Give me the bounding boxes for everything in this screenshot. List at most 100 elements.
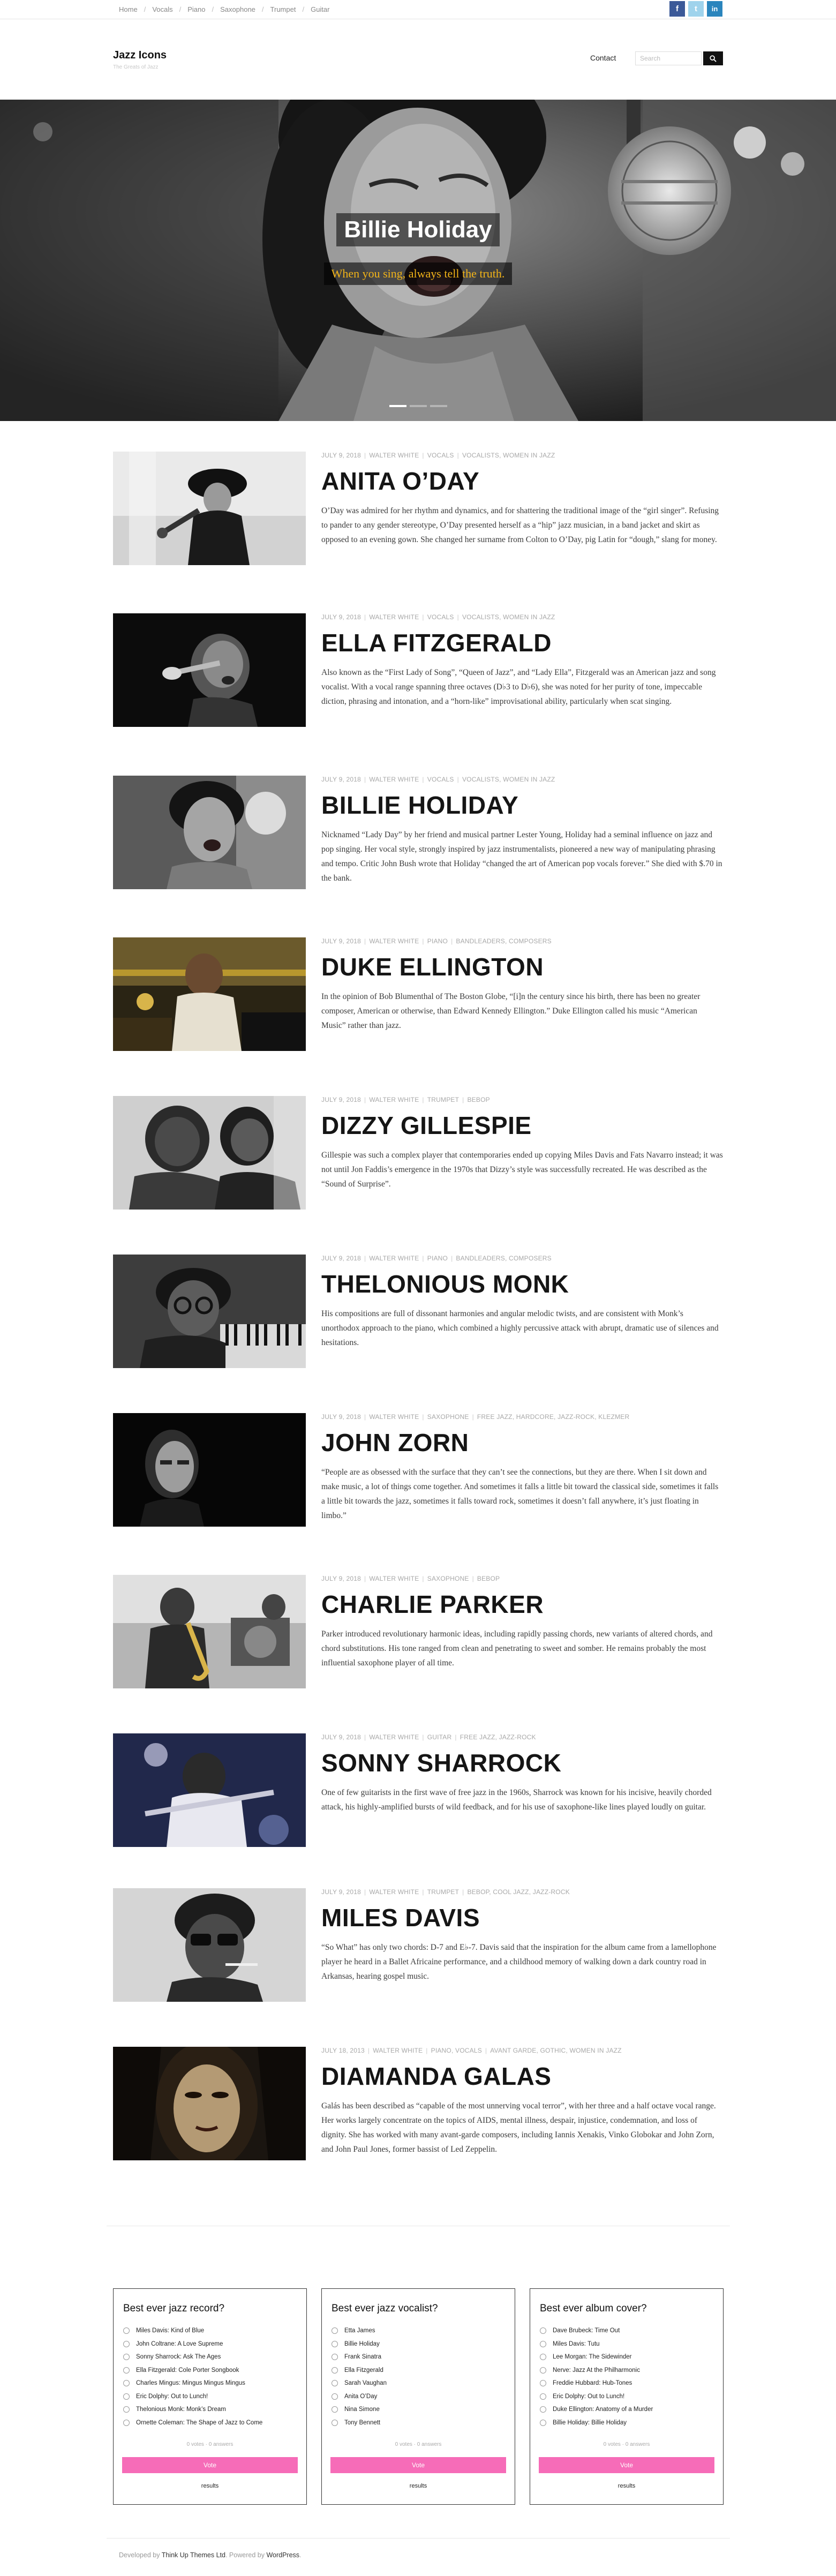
- post-title[interactable]: ANITA O’DAY: [321, 467, 479, 495]
- radio-button[interactable]: [332, 2327, 338, 2334]
- radio-button[interactable]: [332, 2367, 338, 2374]
- footer-wordpress-link[interactable]: WordPress: [266, 2551, 299, 2559]
- poll-option[interactable]: Miles Davis: Tutu: [540, 2338, 713, 2351]
- post-author[interactable]: WALTER WHITE: [369, 1575, 419, 1582]
- post-thumbnail[interactable]: [113, 1255, 306, 1368]
- post-tags[interactable]: FREE JAZZ, HARDCORE, JAZZ-ROCK, KLEZMER: [477, 1413, 630, 1421]
- radio-button[interactable]: [123, 2393, 130, 2400]
- post-author[interactable]: WALTER WHITE: [369, 776, 419, 783]
- radio-button[interactable]: [332, 2354, 338, 2361]
- post-category[interactable]: PIANO: [427, 1255, 448, 1262]
- top-nav-item-saxophone[interactable]: Saxophone: [220, 5, 255, 13]
- post-category[interactable]: TRUMPET: [427, 1888, 459, 1896]
- post-author[interactable]: WALTER WHITE: [369, 1255, 419, 1262]
- radio-button[interactable]: [123, 2354, 130, 2361]
- post-date[interactable]: JULY 9, 2018: [321, 1575, 361, 1582]
- post-thumbnail[interactable]: [113, 613, 306, 727]
- post-title[interactable]: ELLA FITZGERALD: [321, 628, 552, 657]
- slider-dot-2[interactable]: [409, 405, 427, 407]
- radio-button[interactable]: [540, 2354, 546, 2361]
- radio-button[interactable]: [540, 2367, 546, 2374]
- post-date[interactable]: JULY 18, 2013: [321, 2047, 365, 2054]
- post-thumbnail[interactable]: [113, 937, 306, 1051]
- slider-dot-1[interactable]: [389, 405, 406, 407]
- post-author[interactable]: WALTER WHITE: [369, 1733, 419, 1741]
- poll-option[interactable]: Eric Dolphy: Out to Lunch!: [123, 2390, 297, 2404]
- radio-button[interactable]: [123, 2367, 130, 2374]
- slider-dot-3[interactable]: [430, 405, 447, 407]
- post-title[interactable]: BILLIE HOLIDAY: [321, 791, 518, 820]
- site-title[interactable]: Jazz Icons: [113, 49, 167, 62]
- top-nav-item-guitar[interactable]: Guitar: [311, 5, 329, 13]
- search-input[interactable]: [635, 51, 702, 65]
- post-date[interactable]: JULY 9, 2018: [321, 1413, 361, 1421]
- poll-option[interactable]: Ella Fitzgerald: Cole Porter Songbook: [123, 2364, 297, 2377]
- radio-button[interactable]: [540, 2340, 546, 2347]
- radio-button[interactable]: [332, 2340, 338, 2347]
- poll-option[interactable]: Frank Sinatra: [332, 2350, 505, 2364]
- radio-button[interactable]: [123, 2340, 130, 2347]
- radio-button[interactable]: [332, 2393, 338, 2400]
- post-category[interactable]: SAXOPHONE: [427, 1413, 469, 1421]
- results-link[interactable]: results: [530, 2483, 723, 2489]
- poll-option[interactable]: Etta James: [332, 2324, 505, 2338]
- radio-button[interactable]: [332, 2406, 338, 2413]
- radio-button[interactable]: [540, 2393, 546, 2400]
- post-title[interactable]: CHARLIE PARKER: [321, 1590, 544, 1619]
- post-category[interactable]: TRUMPET: [427, 1096, 459, 1103]
- post-date[interactable]: JULY 9, 2018: [321, 1255, 361, 1262]
- post-thumbnail[interactable]: [113, 1575, 306, 1688]
- post-title[interactable]: THELONIOUS MONK: [321, 1270, 569, 1298]
- post-tags[interactable]: FREE JAZZ, JAZZ-ROCK: [460, 1733, 536, 1741]
- poll-option[interactable]: Tony Bennett: [332, 2416, 505, 2430]
- menu-item-contact[interactable]: Contact: [590, 54, 616, 62]
- post-category[interactable]: VOCALS: [427, 613, 454, 621]
- post-category[interactable]: VOCALS: [427, 776, 454, 783]
- poll-option[interactable]: Anita O’Day: [332, 2390, 505, 2404]
- poll-option[interactable]: Lee Morgan: The Sidewinder: [540, 2350, 713, 2364]
- post-category[interactable]: GUITAR: [427, 1733, 452, 1741]
- post-title[interactable]: MILES DAVIS: [321, 1903, 480, 1932]
- poll-option[interactable]: Billie Holiday: Billie Holiday: [540, 2416, 713, 2430]
- radio-button[interactable]: [332, 2419, 338, 2426]
- post-title[interactable]: DIZZY GILLESPIE: [321, 1111, 532, 1140]
- vote-button[interactable]: Vote: [122, 2457, 298, 2473]
- linkedin-icon[interactable]: in: [707, 1, 722, 17]
- radio-button[interactable]: [123, 2406, 130, 2413]
- post-tags[interactable]: VOCALISTS, WOMEN IN JAZZ: [462, 452, 555, 459]
- post-category[interactable]: PIANO, VOCALS: [431, 2047, 482, 2054]
- post-thumbnail[interactable]: [113, 1733, 306, 1847]
- post-author[interactable]: WALTER WHITE: [369, 1413, 419, 1421]
- results-link[interactable]: results: [322, 2483, 515, 2489]
- poll-option[interactable]: Nerve: Jazz At the Philharmonic: [540, 2364, 713, 2377]
- poll-option[interactable]: Freddie Hubbard: Hub-Tones: [540, 2377, 713, 2390]
- poll-option[interactable]: Dave Brubeck: Time Out: [540, 2324, 713, 2338]
- post-date[interactable]: JULY 9, 2018: [321, 1096, 361, 1103]
- post-author[interactable]: WALTER WHITE: [369, 1888, 419, 1896]
- poll-option[interactable]: Nina Simone: [332, 2403, 505, 2416]
- post-tags[interactable]: VOCALISTS, WOMEN IN JAZZ: [462, 613, 555, 621]
- radio-button[interactable]: [123, 2327, 130, 2334]
- post-author[interactable]: WALTER WHITE: [369, 937, 419, 945]
- top-nav-item-vocals[interactable]: Vocals: [152, 5, 172, 13]
- vote-button[interactable]: Vote: [539, 2457, 714, 2473]
- poll-option[interactable]: Sonny Sharrock: Ask The Ages: [123, 2350, 297, 2364]
- poll-option[interactable]: John Coltrane: A Love Supreme: [123, 2338, 297, 2351]
- top-nav-item-piano[interactable]: Piano: [187, 5, 205, 13]
- post-tags[interactable]: BEBOP: [477, 1575, 500, 1582]
- post-author[interactable]: WALTER WHITE: [369, 613, 419, 621]
- poll-option[interactable]: Ornette Coleman: The Shape of Jazz to Co…: [123, 2416, 297, 2430]
- post-category[interactable]: PIANO: [427, 937, 448, 945]
- post-tags[interactable]: BEBOP: [467, 1096, 489, 1103]
- post-thumbnail[interactable]: [113, 452, 306, 565]
- post-tags[interactable]: BANDLEADERS, COMPOSERS: [456, 937, 551, 945]
- poll-option[interactable]: Sarah Vaughan: [332, 2377, 505, 2390]
- post-title[interactable]: DUKE ELLINGTON: [321, 952, 544, 981]
- radio-button[interactable]: [540, 2406, 546, 2413]
- search-button[interactable]: [703, 51, 723, 65]
- post-author[interactable]: WALTER WHITE: [373, 2047, 423, 2054]
- radio-button[interactable]: [540, 2380, 546, 2387]
- post-tags[interactable]: BANDLEADERS, COMPOSERS: [456, 1255, 551, 1262]
- post-date[interactable]: JULY 9, 2018: [321, 776, 361, 783]
- post-date[interactable]: JULY 9, 2018: [321, 452, 361, 459]
